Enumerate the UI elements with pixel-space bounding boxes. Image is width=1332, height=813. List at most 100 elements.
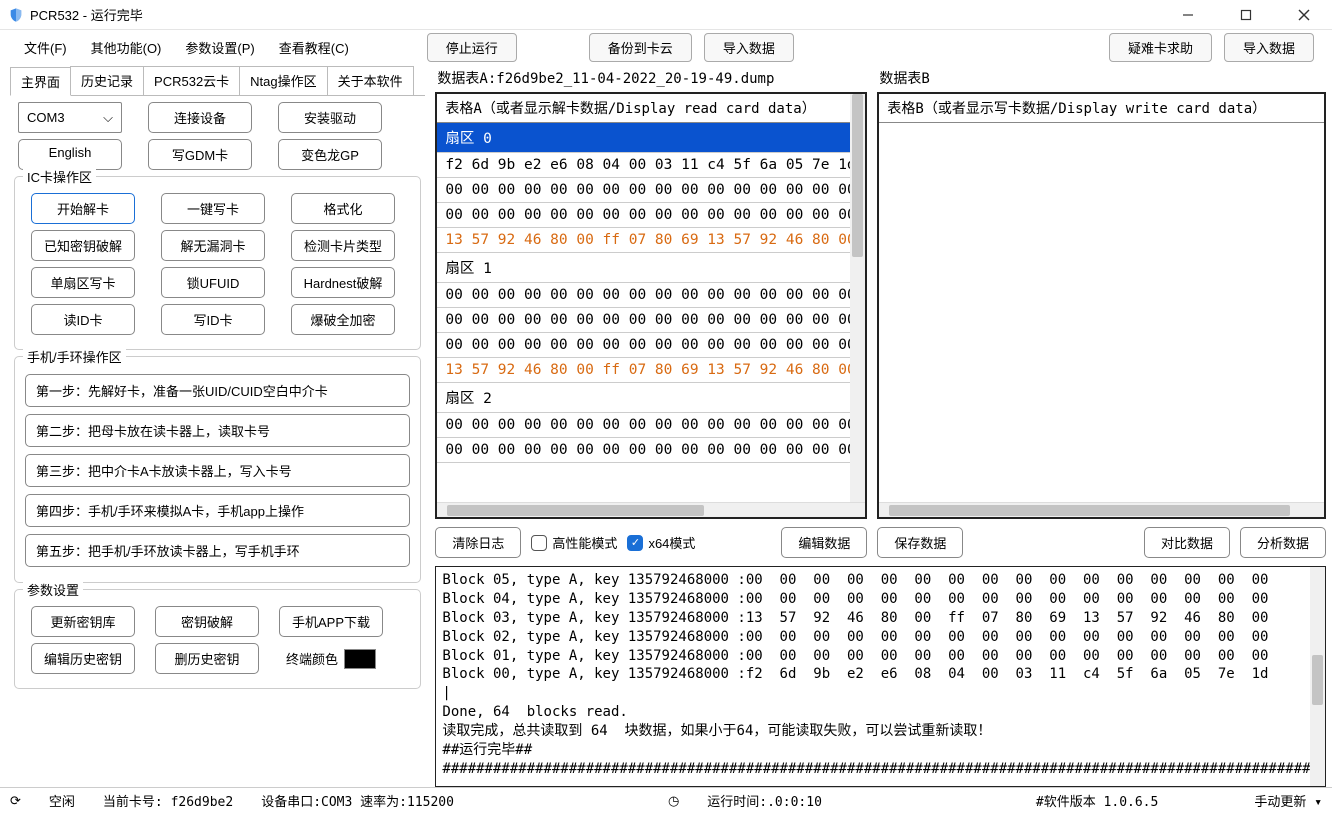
- terminal-color-label: 终端颜色: [286, 649, 338, 668]
- port-combo[interactable]: COM3 ⌵: [18, 102, 122, 133]
- known-key-button[interactable]: 已知密钥破解: [31, 230, 135, 261]
- table-a-hscroll[interactable]: [437, 502, 865, 517]
- port-value: COM3: [27, 110, 65, 125]
- table-a-file-label: 数据表A:f26d9be2_11-04-2022_20-19-49.dump: [435, 64, 867, 92]
- log-terminal[interactable]: Block 05, type A, key 135792468000 :00 0…: [435, 566, 1326, 787]
- table-row[interactable]: 00 00 00 00 00 00 00 00 00 00 00 00 00 0…: [437, 283, 865, 308]
- step-1[interactable]: 第一步：先解好卡，准备一张UID/CUID空白中介卡: [25, 374, 410, 407]
- right-panel: 数据表A:f26d9be2_11-04-2022_20-19-49.dump 表…: [433, 64, 1332, 787]
- table-row[interactable]: 13 57 92 46 80 00 ff 07 80 69 13 57 92 4…: [437, 358, 865, 383]
- status-card: 当前卡号: f26d9be2: [103, 791, 233, 810]
- analyze-data-button[interactable]: 分析数据: [1240, 527, 1326, 558]
- step-5[interactable]: 第五步：把手机/手环放读卡器上，写手机手环: [25, 534, 410, 567]
- chevron-down-icon: ⌵: [103, 110, 113, 126]
- start-decrypt-button[interactable]: 开始解卡: [31, 193, 135, 224]
- import-data-button-2[interactable]: 导入数据: [1224, 33, 1314, 62]
- maximize-button[interactable]: [1226, 3, 1266, 27]
- write-gdm-button[interactable]: 写GDM卡: [148, 139, 252, 170]
- terminal-color-control[interactable]: 终端颜色: [279, 643, 383, 674]
- format-button[interactable]: 格式化: [291, 193, 395, 224]
- menu-other[interactable]: 其他功能(O): [79, 34, 174, 61]
- x64-mode-label: x64模式: [648, 533, 695, 552]
- status-serial: 设备串口:COM3 速率为:115200: [261, 791, 454, 810]
- update-keylib-button[interactable]: 更新密钥库: [31, 606, 135, 637]
- key-crack-button[interactable]: 密钥破解: [155, 606, 259, 637]
- backup-cloud-button[interactable]: 备份到卡云: [589, 33, 692, 62]
- status-update-mode[interactable]: 手动更新 ▾: [1254, 791, 1322, 810]
- table-b-body[interactable]: [879, 123, 1324, 500]
- table-row[interactable]: 扇区 1: [437, 253, 865, 283]
- table-row[interactable]: f2 6d 9b e2 e6 08 04 00 03 11 c4 5f 6a 0…: [437, 153, 865, 178]
- mobile-group: 手机/手环操作区 第一步：先解好卡，准备一张UID/CUID空白中介卡 第二步：…: [14, 356, 421, 583]
- app-shield-icon: [8, 7, 24, 23]
- save-data-button[interactable]: 保存数据: [877, 527, 963, 558]
- no-leak-button[interactable]: 解无漏洞卡: [161, 230, 265, 261]
- table-row[interactable]: 00 00 00 00 00 00 00 00 00 00 00 00 00 0…: [437, 333, 865, 358]
- window-title: PCR532 - 运行完毕: [30, 5, 1168, 24]
- menubar: 文件(F) 其他功能(O) 参数设置(P) 查看教程(C) 停止运行 备份到卡云…: [0, 30, 1332, 64]
- import-data-button-1[interactable]: 导入数据: [704, 33, 794, 62]
- tab-history[interactable]: 历史记录: [70, 66, 144, 95]
- chameleon-button[interactable]: 变色龙GP: [278, 139, 382, 170]
- clock-icon: ◷: [668, 793, 679, 809]
- tab-about[interactable]: 关于本软件: [327, 66, 414, 95]
- step-3[interactable]: 第三步：把中介卡A卡放读卡器上，写入卡号: [25, 454, 410, 487]
- edit-hist-key-button[interactable]: 编辑历史密钥: [31, 643, 135, 674]
- table-b-box: 表格B（或者显示写卡数据/Display write card data）: [877, 92, 1326, 519]
- tab-cloud[interactable]: PCR532云卡: [143, 66, 240, 95]
- x64-mode-checkbox[interactable]: ✓ x64模式: [627, 527, 695, 558]
- table-a-box: 表格A（或者显示解卡数据/Display read card data） 扇区 …: [435, 92, 867, 519]
- table-a-vscroll[interactable]: [850, 94, 865, 502]
- perf-mode-checkbox[interactable]: 高性能模式: [531, 527, 617, 558]
- help-card-button[interactable]: 疑难卡求助: [1109, 33, 1212, 62]
- color-swatch[interactable]: [344, 649, 376, 669]
- table-b-hscroll[interactable]: [879, 502, 1324, 517]
- table-row[interactable]: 00 00 00 00 00 00 00 00 00 00 00 00 00 0…: [437, 308, 865, 333]
- edit-data-button[interactable]: 编辑数据: [781, 527, 867, 558]
- english-button[interactable]: English: [18, 139, 122, 170]
- tab-ntag[interactable]: Ntag操作区: [239, 66, 327, 95]
- menu-params[interactable]: 参数设置(P): [173, 34, 266, 61]
- mobile-group-title: 手机/手环操作区: [23, 347, 126, 366]
- write-id-button[interactable]: 写ID卡: [161, 304, 265, 335]
- table-b-header: 表格B（或者显示写卡数据/Display write card data）: [879, 94, 1324, 123]
- close-button[interactable]: [1284, 3, 1324, 27]
- table-row[interactable]: 扇区 0: [437, 123, 865, 153]
- connect-device-button[interactable]: 连接设备: [148, 102, 252, 133]
- compare-data-button[interactable]: 对比数据: [1144, 527, 1230, 558]
- mid-controls: 清除日志 高性能模式 ✓ x64模式 编辑数据 保存数据 对比数据 分析数据: [435, 519, 1326, 566]
- menu-tutorial[interactable]: 查看教程(C): [267, 34, 361, 61]
- lock-ufuid-button[interactable]: 锁UFUID: [161, 267, 265, 298]
- checkbox-unchecked-icon: [531, 535, 547, 551]
- step-2[interactable]: 第二步：把母卡放在读卡器上，读取卡号: [25, 414, 410, 447]
- table-row[interactable]: 00 00 00 00 00 00 00 00 00 00 00 00 00 0…: [437, 438, 865, 463]
- read-id-button[interactable]: 读ID卡: [31, 304, 135, 335]
- ic-group-title: IC卡操作区: [23, 167, 96, 186]
- brute-force-button[interactable]: 爆破全加密: [291, 304, 395, 335]
- table-row[interactable]: 扇区 2: [437, 383, 865, 413]
- detect-type-button[interactable]: 检测卡片类型: [291, 230, 395, 261]
- table-row[interactable]: 00 00 00 00 00 00 00 00 00 00 00 00 00 0…: [437, 203, 865, 228]
- table-a-header: 表格A（或者显示解卡数据/Display read card data）: [437, 94, 865, 123]
- single-sector-button[interactable]: 单扇区写卡: [31, 267, 135, 298]
- table-row[interactable]: 00 00 00 00 00 00 00 00 00 00 00 00 00 0…: [437, 413, 865, 438]
- stop-run-button[interactable]: 停止运行: [427, 33, 517, 62]
- del-hist-key-button[interactable]: 删历史密钥: [155, 643, 259, 674]
- log-vscroll[interactable]: [1310, 567, 1325, 786]
- clear-log-button[interactable]: 清除日志: [435, 527, 521, 558]
- step-4[interactable]: 第四步：手机/手环来模拟A卡，手机app上操作: [25, 494, 410, 527]
- menu-file[interactable]: 文件(F): [12, 34, 79, 61]
- refresh-icon[interactable]: ⟳: [10, 793, 21, 809]
- perf-mode-label: 高性能模式: [552, 533, 617, 552]
- install-driver-button[interactable]: 安装驱动: [278, 102, 382, 133]
- table-a-body[interactable]: 扇区 0f2 6d 9b e2 e6 08 04 00 03 11 c4 5f …: [437, 123, 865, 463]
- hardnest-button[interactable]: Hardnest破解: [291, 267, 395, 298]
- minimize-button[interactable]: [1168, 3, 1208, 27]
- table-row[interactable]: 13 57 92 46 80 00 ff 07 80 69 13 57 92 4…: [437, 228, 865, 253]
- table-row[interactable]: 00 00 00 00 00 00 00 00 00 00 00 00 00 0…: [437, 178, 865, 203]
- data-table-a-panel: 数据表A:f26d9be2_11-04-2022_20-19-49.dump 表…: [435, 64, 867, 519]
- onekey-write-button[interactable]: 一键写卡: [161, 193, 265, 224]
- tab-main[interactable]: 主界面: [10, 67, 71, 96]
- titlebar: PCR532 - 运行完毕: [0, 0, 1332, 30]
- app-download-button[interactable]: 手机APP下载: [279, 606, 383, 637]
